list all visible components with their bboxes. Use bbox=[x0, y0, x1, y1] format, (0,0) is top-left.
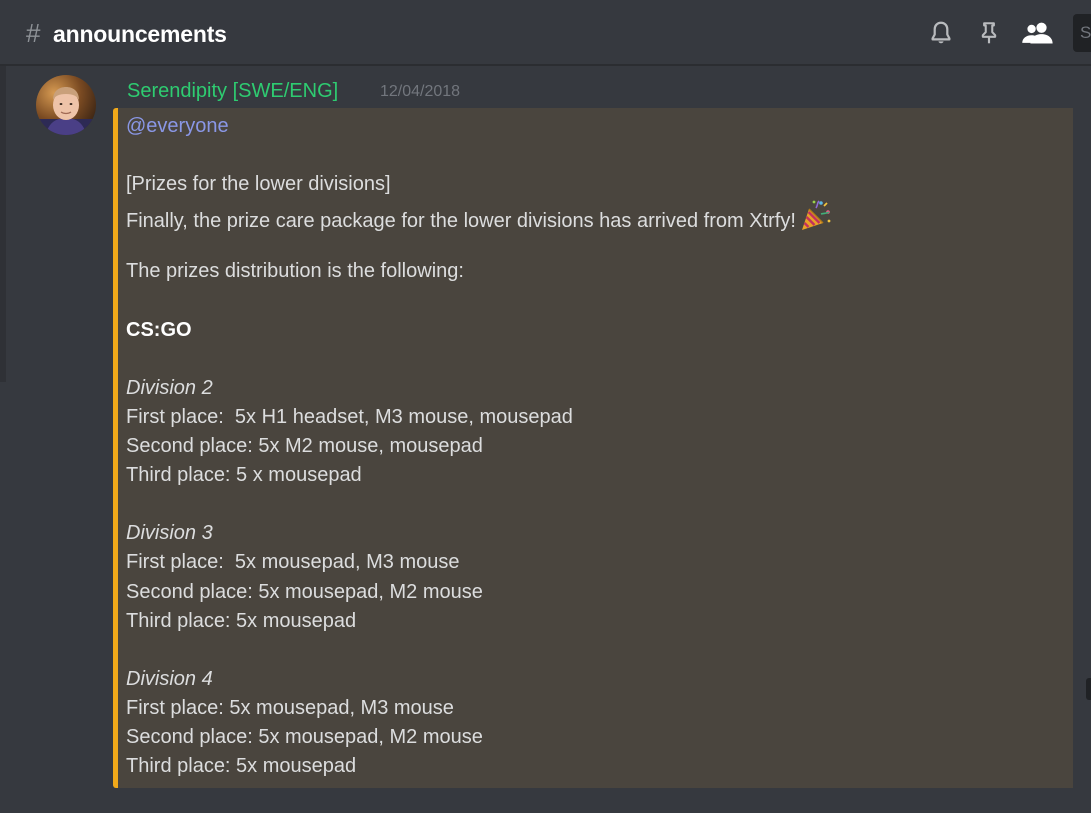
scroll-nub[interactable] bbox=[1086, 678, 1091, 700]
prize-line: Third place: 5x mousepad bbox=[126, 755, 357, 778]
party-popper-icon bbox=[799, 199, 833, 242]
prize-line: Second place: 5x mousepad, M2 mouse bbox=[126, 725, 483, 748]
discord-channel-view: # announcements S Serendipity [SWE/ENG] … bbox=[0, 0, 1091, 813]
embed-line-with-emoji: Finally, the prize care package for the … bbox=[126, 199, 1056, 232]
hash-icon: # bbox=[26, 18, 41, 48]
left-edge-panel bbox=[0, 66, 6, 382]
search-input[interactable]: S bbox=[1073, 14, 1091, 52]
division-heading: Division 4 bbox=[126, 667, 213, 690]
game-heading: CS:GO bbox=[126, 318, 192, 341]
message-embed: @everyone [Prizes for the lower division… bbox=[113, 108, 1073, 788]
prize-line: Second place: 5x mousepad, M2 mouse bbox=[126, 580, 483, 603]
embed-body: @everyone [Prizes for the lower division… bbox=[126, 112, 1056, 781]
mention-everyone[interactable]: @everyone bbox=[126, 112, 1056, 141]
message-timestamp: 12/04/2018 bbox=[380, 83, 461, 100]
members-icon[interactable] bbox=[1020, 18, 1056, 48]
channel-name: announcements bbox=[53, 21, 227, 47]
embed-line: The prizes distribution is the following… bbox=[126, 260, 464, 283]
prize-line: First place: 5x mousepad, M3 mouse bbox=[126, 696, 454, 719]
channel-header: # announcements S bbox=[0, 0, 1091, 66]
prize-line: Second place: 5x M2 mouse, mousepad bbox=[126, 435, 483, 458]
prize-line: Third place: 5x mousepad bbox=[126, 609, 357, 632]
division-heading: Division 3 bbox=[126, 522, 213, 545]
prize-line: Third place: 5 x mousepad bbox=[126, 464, 362, 487]
message-author[interactable]: Serendipity [SWE/ENG] bbox=[127, 79, 338, 103]
division-heading: Division 2 bbox=[126, 376, 213, 399]
prize-line: First place: 5x H1 headset, M3 mouse, mo… bbox=[126, 405, 573, 428]
embed-line-text: Finally, the prize care package for the … bbox=[126, 210, 796, 233]
pin-icon[interactable] bbox=[974, 18, 1004, 48]
embed-line: [Prizes for the lower divisions] bbox=[126, 173, 391, 196]
bottom-bar bbox=[0, 788, 1091, 813]
prize-line: First place: 5x mousepad, M3 mouse bbox=[126, 551, 460, 574]
avatar[interactable] bbox=[36, 75, 96, 135]
bell-icon[interactable] bbox=[926, 18, 956, 48]
